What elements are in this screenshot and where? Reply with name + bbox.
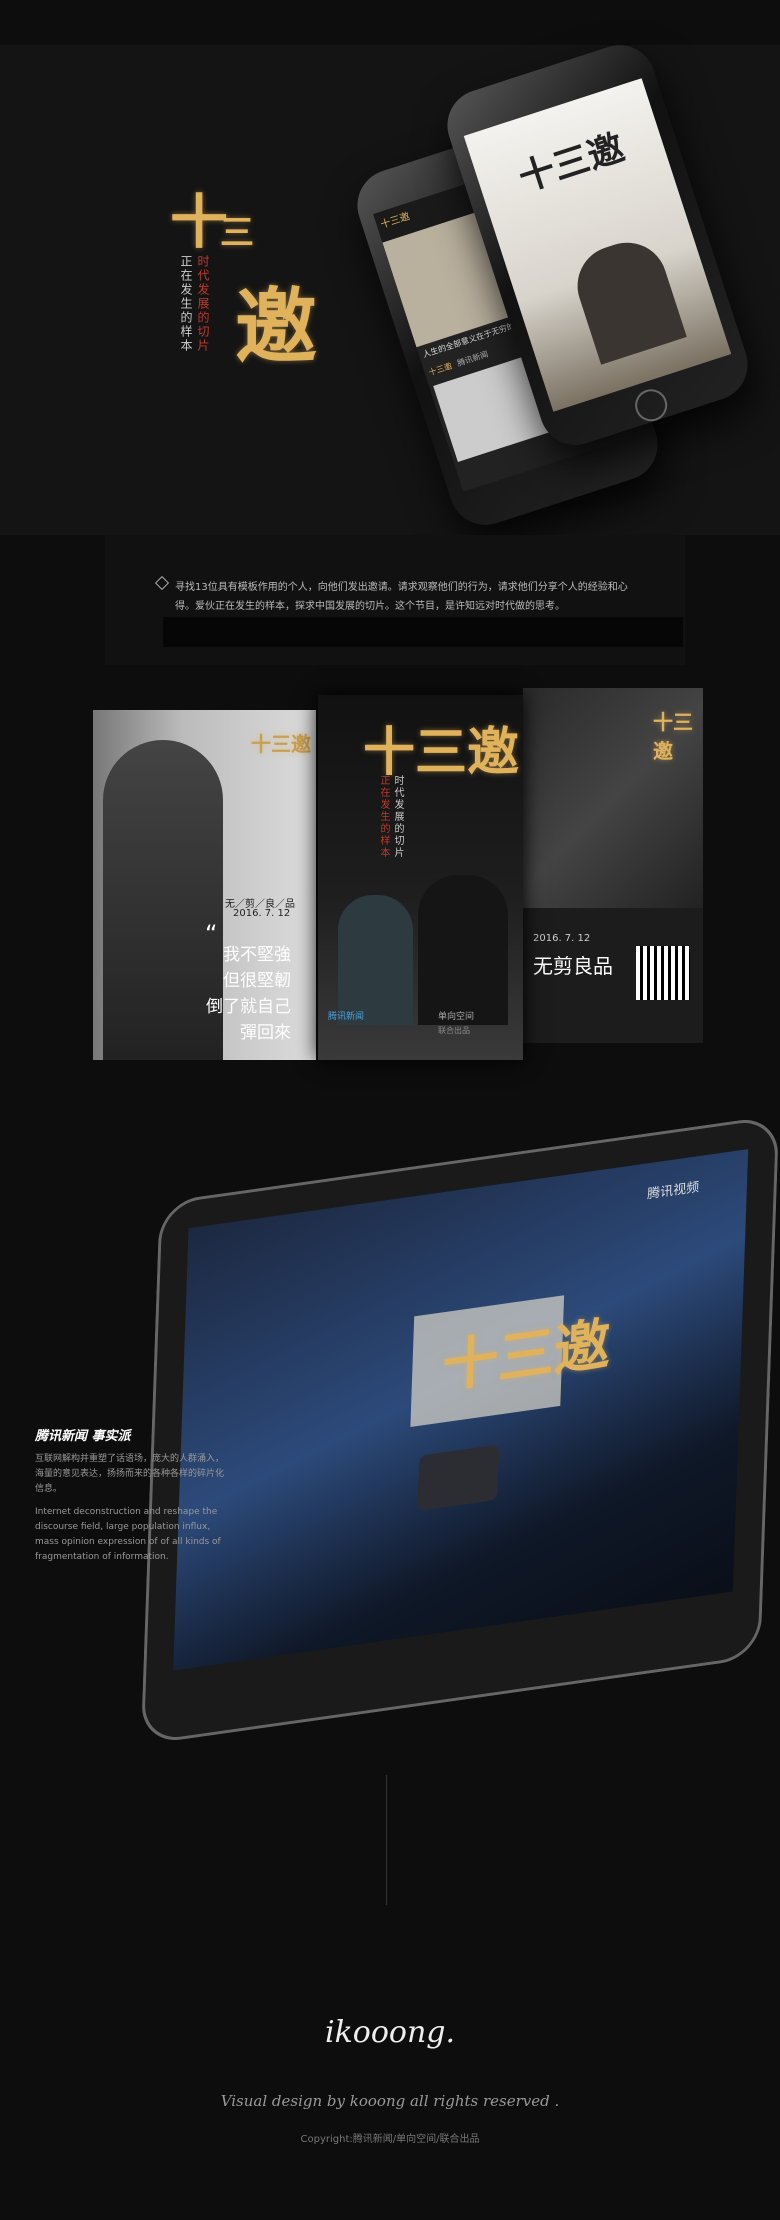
poster-left-quote-4: 彈回來 [240,1023,291,1043]
car-image [417,1444,500,1512]
tagline-col1: 时代发展的切片 [196,255,210,353]
side-caption-brand: 腾讯新闻 事实派 [35,1429,131,1444]
side-caption-en: Internet deconstruction and reshape the … [35,1507,221,1562]
poster-left-quote-2: 但很堅韌 [223,971,291,991]
logo-char-2: 三 [220,213,254,253]
signature-logo: ikooong. [324,2015,456,2050]
poster-center-person-2 [418,875,508,1025]
poster-center-tagline-2: 正在发生的样本 [378,775,389,859]
description-text: 寻找13位具有模板作用的个人，向他们发出邀请。请求观察他们的行为，请求他们分享个… [175,582,628,612]
poster-right: 十三邀 2016. 7. 12 无剪良品 [523,688,703,1043]
phone-back-tab-2[interactable]: 腾讯新闻 [456,349,490,369]
poster-left-quote-3: 倒了就自己 [206,997,291,1017]
poster-left-quote-mark: “ [205,920,218,948]
poster-center-brand-1: 腾讯新闻 [328,1012,365,1022]
tagline-col2: 正在发生的样本 [179,255,193,353]
phone-back-tab-1[interactable]: 十三邀 [427,360,454,378]
footer-credit: Visual design by kooong all rights reser… [220,2092,560,2110]
phone-front-title: 十三邀 [513,126,630,200]
hero-logo: 十 三 邀 时代发展的切片 正在发生的样本 [150,175,370,375]
poster-center-tagline-1: 时代发展的切片 [392,775,403,859]
side-caption: 腾讯新闻 事实派 互联网解构并重塑了话语场，庞大的人群涌入，海量的意见表达，扬扬… [35,1425,225,1565]
tablet-watermark: 腾讯视频 [646,1180,700,1203]
divider-line [386,1775,387,1905]
poster-right-title: 无剪良品 [533,954,613,978]
description-shadow [163,617,683,647]
side-caption-cn: 互联网解构并重塑了话语场，庞大的人群涌入，海量的意见表达，扬扬而来的各种各样的碎… [35,1454,225,1494]
poster-left-logo: 十三邀 [251,732,311,756]
logo-char-3: 邀 [235,279,318,375]
poster-left-date: 2016. 7. 12 [233,908,291,919]
poster-center: 十三邀 时代发展的切片 正在发生的样本 腾讯新闻 单向空间 联合出品 [318,695,523,1060]
poster-center-logo: 十三邀 [363,722,520,783]
poster-left-quote-1: 我不堅強 [223,945,291,965]
tablet-screen: 十三邀 腾讯视频 [173,1149,749,1671]
tablet-device: 十三邀 腾讯视频 [140,1114,780,1746]
qr-code-icon [636,946,690,1000]
poster-center-person-1 [338,895,413,1025]
poster-center-brand-3: 联合出品 [438,1026,470,1035]
poster-left: 十三邀 无／剪／良／品 2016. 7. 12 “ 我不堅強 但很堅韌 倒了就自… [93,710,316,1060]
footer-copyright: Copyright:腾讯新闻/单向空间/联合出品 [300,2134,480,2145]
tablet-frame: 十三邀 腾讯视频 [140,1114,780,1746]
poster-left-person [103,740,223,1060]
poster-right-date: 2016. 7. 12 [533,933,591,944]
poster-right-logo: 十三邀 [653,710,693,763]
phone-front-person [567,232,687,365]
poster-center-brand-2: 单向空间 [438,1012,475,1022]
